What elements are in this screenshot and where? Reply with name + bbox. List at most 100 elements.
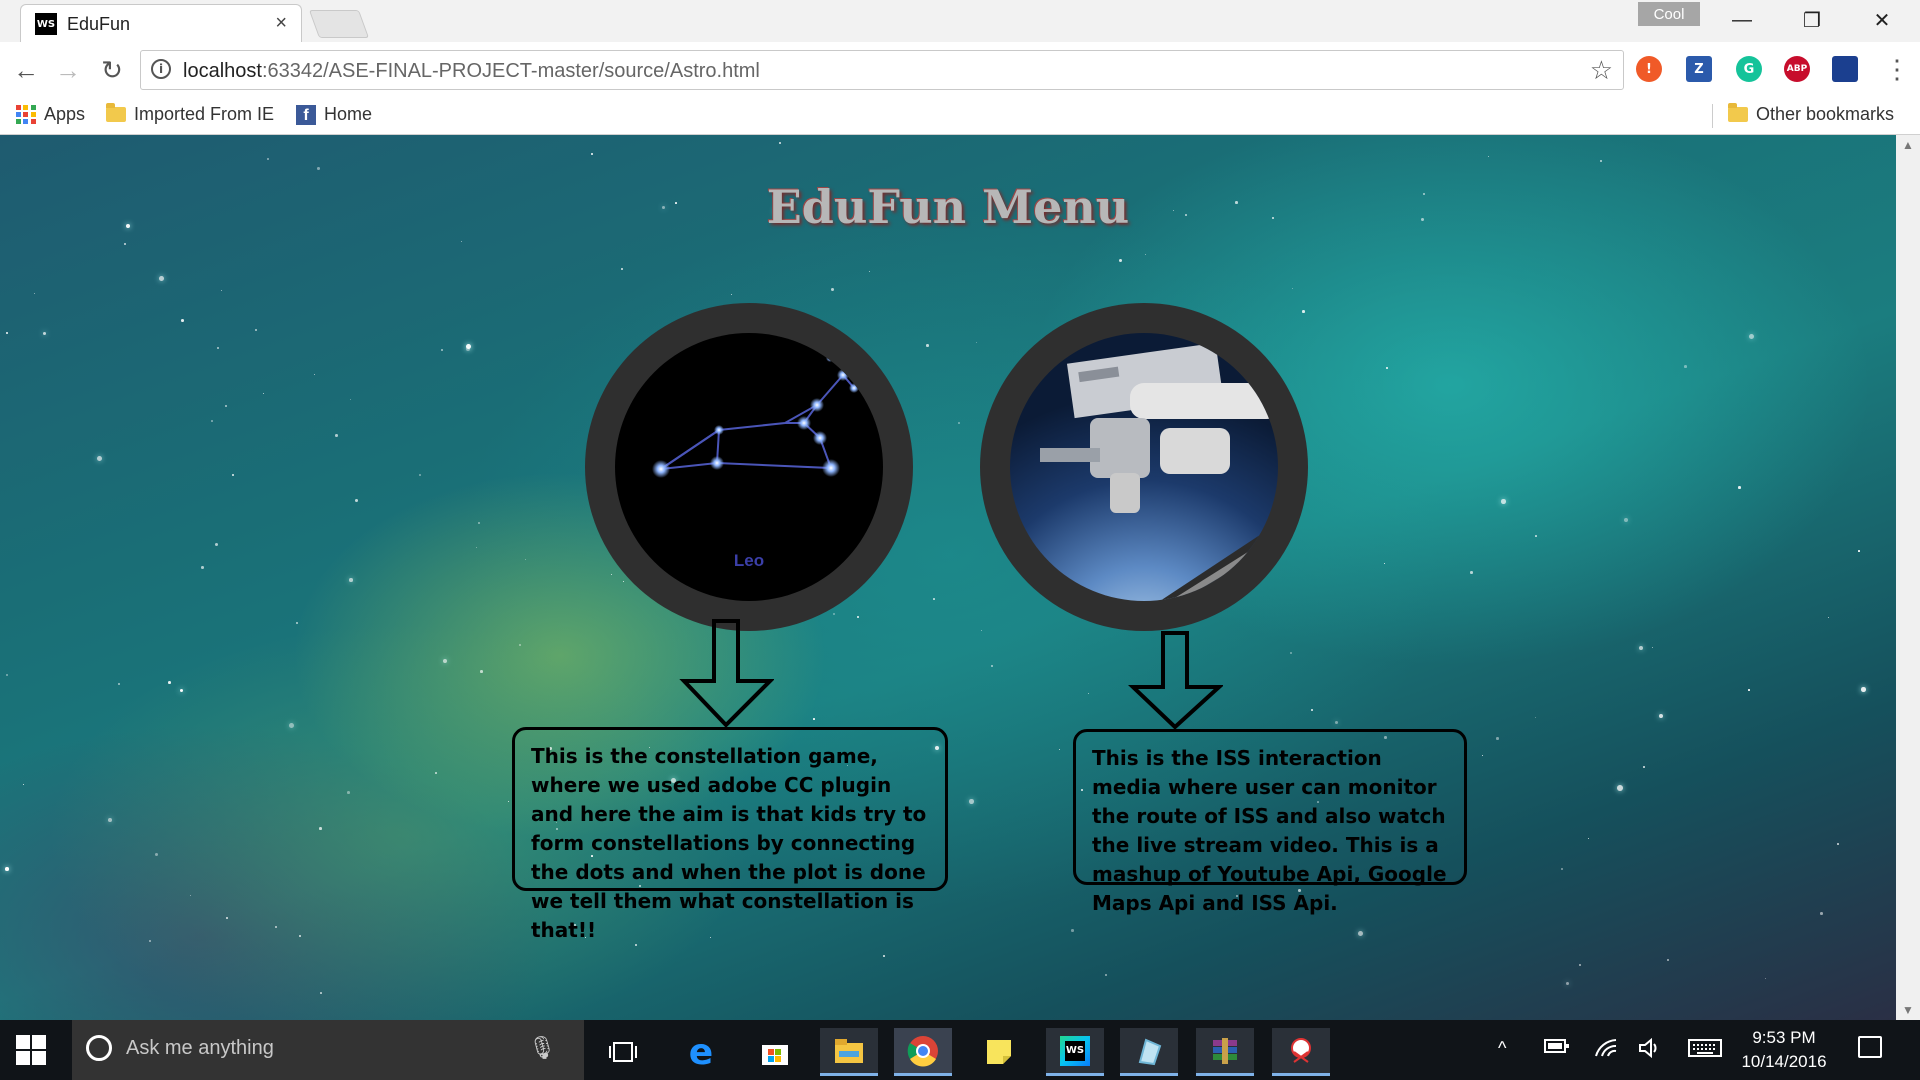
page-scrollbar[interactable]: ▲ ▼ — [1896, 135, 1920, 1020]
battery-icon[interactable] — [1544, 1038, 1570, 1059]
volume-icon[interactable] — [1638, 1037, 1662, 1063]
grammarly-extension-icon[interactable]: G — [1736, 56, 1762, 82]
back-icon[interactable]: ← — [8, 52, 44, 88]
background-star — [508, 801, 510, 803]
webstorm-icon[interactable]: WS — [1046, 1028, 1104, 1076]
background-star — [476, 547, 478, 549]
folder-icon — [106, 103, 126, 122]
background-star — [267, 158, 270, 161]
snipping-tool-icon[interactable] — [1272, 1028, 1330, 1076]
show-hidden-icons-icon[interactable]: ^ — [1498, 1038, 1506, 1059]
bookmark-home[interactable]: f Home — [296, 104, 372, 125]
cortana-search-box[interactable]: Ask me anything 🎙 — [72, 1020, 584, 1080]
background-star — [190, 895, 192, 897]
restore-icon[interactable]: ❐ — [1782, 4, 1842, 36]
background-star — [1667, 959, 1670, 962]
forward-icon[interactable]: → — [50, 52, 86, 88]
windows-start-icon[interactable] — [16, 1035, 46, 1065]
new-tab-button[interactable] — [308, 10, 370, 38]
scroll-down-icon[interactable]: ▼ — [1896, 1000, 1920, 1020]
background-star — [933, 598, 935, 600]
url-text[interactable]: localhost:63342/ASE-FINAL-PROJECT-master… — [183, 60, 760, 83]
background-star — [335, 434, 338, 437]
adblock-plus-extension-icon[interactable]: ABP — [1784, 56, 1810, 82]
background-star — [317, 167, 320, 170]
window-titlebar: WS EduFun × Cool — ❐ ✕ — [0, 0, 1920, 42]
background-star — [1119, 259, 1122, 262]
background-star — [1579, 964, 1582, 967]
background-star — [1749, 334, 1755, 340]
background-star — [232, 474, 235, 477]
background-star — [831, 288, 834, 291]
minimize-icon[interactable]: — — [1712, 4, 1772, 36]
chrome-icon[interactable] — [894, 1028, 952, 1076]
action-center-icon[interactable] — [1858, 1036, 1882, 1058]
clock-date: 10/14/2016 — [1741, 1052, 1827, 1071]
background-star — [1643, 766, 1645, 768]
background-star — [1105, 974, 1108, 977]
window-close-icon[interactable]: ✕ — [1852, 4, 1912, 36]
background-star — [1482, 755, 1484, 757]
background-star — [5, 867, 9, 871]
system-clock[interactable]: 9:53 PM 10/14/2016 — [1730, 1026, 1838, 1074]
url-host: localhost — [183, 60, 262, 82]
background-star — [1496, 737, 1499, 740]
chrome-menu-icon[interactable]: ⋮ — [1884, 54, 1910, 85]
background-star — [1828, 617, 1830, 619]
cortana-icon — [86, 1035, 112, 1061]
bookmark-other-label: Other bookmarks — [1756, 104, 1895, 124]
background-star — [611, 574, 613, 576]
iss-media-link[interactable] — [980, 303, 1308, 631]
background-star — [1652, 647, 1654, 649]
background-star — [1588, 838, 1590, 840]
background-star — [883, 955, 885, 957]
leo-label: Leo — [733, 551, 765, 570]
background-star — [217, 347, 220, 350]
background-star — [480, 670, 483, 673]
page-title: EduFun Menu — [766, 180, 1130, 234]
constellation-game-link[interactable]: Leo — [585, 303, 913, 631]
bookmarks-divider — [1712, 104, 1713, 128]
background-star — [1837, 843, 1839, 845]
site-info-icon[interactable]: i — [151, 59, 171, 79]
winrar-icon[interactable] — [1196, 1028, 1254, 1076]
background-star — [1386, 367, 1389, 370]
bookmark-star-icon[interactable]: ☆ — [1589, 55, 1613, 86]
bookmark-other-folder[interactable]: Other bookmarks — [1728, 103, 1895, 125]
wifi-icon[interactable] — [1594, 1038, 1618, 1063]
address-bar[interactable]: i localhost:63342/ASE-FINAL-PROJECT-mast… — [140, 50, 1624, 90]
scroll-up-icon[interactable]: ▲ — [1896, 135, 1920, 155]
store-icon[interactable] — [746, 1028, 804, 1076]
flag-extension-icon[interactable] — [1832, 56, 1858, 82]
edge-icon[interactable]: e — [672, 1028, 730, 1076]
background-star — [1858, 550, 1860, 552]
microphone-icon[interactable]: 🎙 — [528, 1035, 556, 1061]
background-star — [635, 944, 638, 947]
sticky-notes-icon[interactable] — [970, 1028, 1028, 1076]
profile-button[interactable]: Cool — [1638, 2, 1700, 26]
bookmark-apps-label: Apps — [44, 104, 86, 124]
tab-close-icon[interactable]: × — [275, 12, 287, 35]
bookmark-apps[interactable]: Apps — [16, 104, 85, 125]
webstorm-favicon-icon: WS — [35, 13, 57, 35]
background-star — [118, 683, 121, 686]
background-star — [1535, 717, 1537, 719]
background-star — [255, 329, 258, 332]
alert-extension-icon[interactable]: ! — [1636, 56, 1662, 82]
bookmark-imported-folder[interactable]: Imported From IE — [106, 103, 274, 125]
paint-icon[interactable] — [1120, 1028, 1178, 1076]
background-star — [1639, 646, 1644, 651]
reload-icon[interactable]: ↻ — [94, 52, 130, 88]
iss-description-box: This is the ISS interaction media where … — [1073, 729, 1467, 915]
browser-tab[interactable]: WS EduFun × — [20, 4, 302, 42]
task-view-icon[interactable] — [594, 1028, 652, 1076]
file-explorer-icon[interactable] — [820, 1028, 878, 1076]
background-star — [1358, 931, 1364, 937]
keyboard-icon[interactable] — [1688, 1038, 1722, 1063]
tab-title: EduFun — [67, 14, 131, 34]
background-star — [1566, 982, 1570, 986]
background-star — [1145, 254, 1147, 256]
background-star — [6, 674, 8, 676]
zotero-extension-icon[interactable]: Z — [1686, 56, 1712, 82]
background-star — [149, 940, 151, 942]
